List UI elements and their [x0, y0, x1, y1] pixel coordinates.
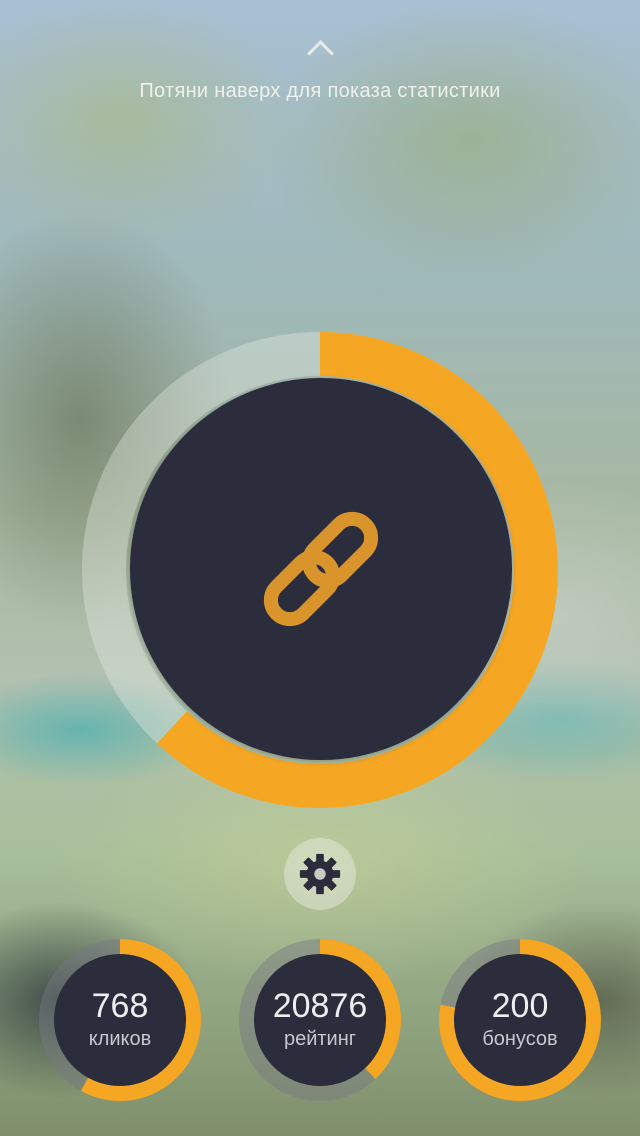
stat-label: бонусов: [482, 1028, 558, 1050]
stat-label: рейтинг: [283, 1028, 357, 1050]
stat-value: 200: [491, 987, 549, 1025]
stat-inner: 20876 рейтинг: [254, 954, 386, 1086]
stat-bonuses[interactable]: 200 бонусов: [438, 938, 602, 1102]
pull-up-text: Потяни наверх для показа статистики: [139, 80, 501, 102]
stat-rating[interactable]: 20876 рейтинг: [238, 938, 402, 1102]
link-icon: [263, 511, 379, 627]
settings-button[interactable]: [284, 838, 356, 910]
gear-icon: [299, 853, 341, 895]
chevron-up-icon[interactable]: [306, 40, 334, 67]
pull-up-hint[interactable]: [0, 36, 640, 68]
stat-value: 20876: [272, 987, 368, 1025]
stat-label: кликов: [88, 1028, 152, 1050]
link-button[interactable]: [130, 378, 512, 760]
stat-clicks[interactable]: 768 кликов: [38, 938, 202, 1102]
stat-inner: 200 бонусов: [454, 954, 586, 1086]
stat-inner: 768 кликов: [54, 954, 186, 1086]
stat-value: 768: [91, 987, 149, 1025]
